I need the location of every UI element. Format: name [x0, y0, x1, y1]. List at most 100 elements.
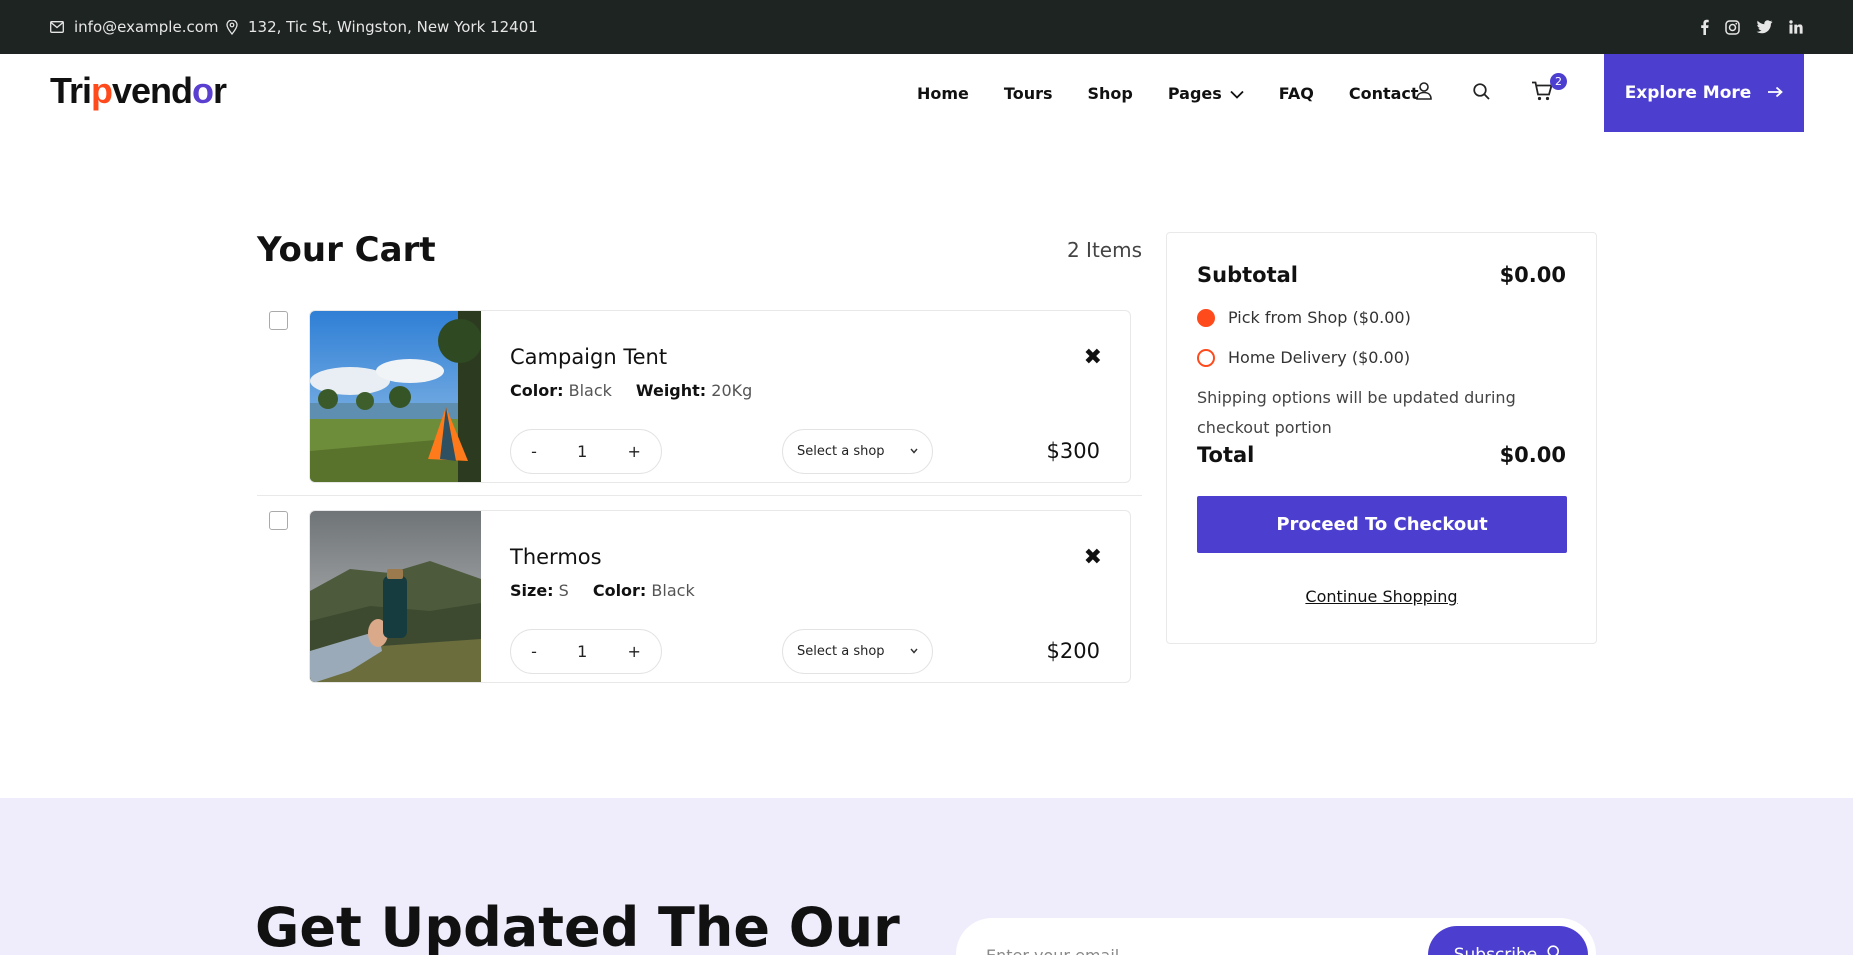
nav-pages[interactable]: Pages [1168, 84, 1244, 103]
explore-more-button[interactable]: Explore More [1604, 54, 1804, 132]
topbar-email-text: info@example.com [74, 18, 219, 36]
map-pin-icon [226, 19, 238, 35]
product-image-thermos [310, 511, 481, 682]
chevron-down-icon [1230, 84, 1244, 103]
product-price: $200 [1046, 639, 1100, 663]
product-name[interactable]: Thermos [510, 545, 602, 569]
radio-selected[interactable] [1197, 308, 1215, 327]
shop-select-value: Select a shop [797, 644, 885, 659]
shipping-option-label: Home Delivery ($0.00) [1228, 348, 1411, 367]
cart-item-card: Thermos Size: S Color: Black ✖ - 1 + Sel… [309, 510, 1131, 683]
topbar-email[interactable]: info@example.com [50, 0, 219, 54]
topbar-address-text: 132, Tic St, Wingston, New York 12401 [248, 18, 538, 36]
attr-label: Size: [510, 581, 554, 600]
attr-value: Black [568, 381, 612, 400]
nav-faq[interactable]: FAQ [1279, 84, 1314, 103]
decrease-qty-button[interactable]: - [531, 442, 537, 461]
attr-value: Black [651, 581, 695, 600]
attr-value: S [558, 581, 569, 600]
product-attr-color: Color: Black [593, 581, 695, 600]
proceed-to-checkout-button[interactable]: Proceed To Checkout [1197, 496, 1567, 553]
total-row: Total $0.00 [1197, 443, 1566, 467]
total-value: $0.00 [1499, 443, 1566, 467]
nav-pages-label: Pages [1167, 83, 1222, 103]
quantity-value[interactable]: 1 [577, 442, 587, 461]
topbar-address: 132, Tic St, Wingston, New York 12401 [226, 0, 538, 54]
logo-part-1: Tri [50, 70, 92, 111]
product-attr-weight: Weight: 20Kg [636, 381, 752, 400]
main-nav: Home Tours Shop Pages FAQ Contact [917, 54, 1419, 132]
nav-contact[interactable]: Contact [1349, 84, 1419, 103]
row-divider [257, 495, 1142, 496]
site-logo[interactable]: Tri p vend o r [50, 70, 227, 112]
header-icons: 2 [1416, 54, 1567, 132]
subtotal-value: $0.00 [1499, 263, 1566, 287]
radio-unselected[interactable] [1197, 348, 1215, 367]
product-name[interactable]: Campaign Tent [510, 345, 667, 369]
nav-home[interactable]: Home [917, 84, 969, 103]
search-icon[interactable] [1473, 82, 1490, 104]
product-attr-size: Size: S [510, 581, 569, 600]
shipping-option-delivery[interactable]: Home Delivery ($0.00) [1197, 348, 1410, 367]
cart-item-card: Campaign Tent Color: Black Weight: 20Kg … [309, 310, 1131, 483]
cart-icon[interactable]: 2 [1531, 73, 1567, 105]
subscribe-button[interactable]: Subscribe [1428, 926, 1588, 955]
product-image-tent [310, 311, 482, 482]
product-attributes: Size: S Color: Black [510, 581, 695, 600]
shipping-note: Shipping options will be updated during … [1197, 388, 1516, 437]
total-label: Total [1197, 443, 1255, 467]
product-attributes: Color: Black Weight: 20Kg [510, 381, 752, 400]
mail-icon [50, 21, 64, 33]
main-header: Tri p vend o r Home Tours Shop Pages FAQ Con… [0, 54, 1853, 132]
decrease-qty-button[interactable]: - [531, 642, 537, 661]
continue-shopping-link[interactable]: Continue Shopping [1167, 587, 1596, 606]
social-links [1700, 0, 1803, 54]
newsletter-email-input[interactable]: Enter your email [986, 946, 1119, 955]
shop-select[interactable]: Select a shop [782, 429, 933, 474]
arrow-right-icon [1767, 83, 1784, 103]
remove-item-icon[interactable]: ✖ [1084, 345, 1102, 370]
search-icon [1547, 945, 1562, 955]
order-summary: Subtotal $0.00 Pick from Shop ($0.00) Ho… [1166, 232, 1597, 644]
explore-more-label: Explore More [1624, 83, 1752, 103]
logo-part-4: o [192, 70, 214, 111]
newsletter-form: Enter your email Subscribe [956, 918, 1596, 955]
shop-select-value: Select a shop [797, 444, 885, 459]
logo-part-2: p [91, 70, 113, 111]
increase-qty-button[interactable]: + [627, 442, 640, 461]
remove-item-icon[interactable]: ✖ [1084, 545, 1102, 570]
nav-shop[interactable]: Shop [1088, 84, 1133, 103]
increase-qty-button[interactable]: + [627, 642, 640, 661]
cart-title: Your Cart [257, 230, 436, 270]
logo-part-3: vend [112, 70, 193, 111]
quantity-stepper: - 1 + [510, 429, 662, 474]
shop-select[interactable]: Select a shop [782, 629, 933, 674]
logo-part-5: r [213, 70, 227, 111]
cart-item-count: 2 Items [1066, 238, 1142, 262]
instagram-icon[interactable] [1725, 19, 1740, 35]
cart-item: Thermos Size: S Color: Black ✖ - 1 + Sel… [257, 510, 1142, 685]
user-icon[interactable] [1416, 82, 1432, 104]
product-price: $300 [1046, 439, 1100, 463]
cart-count-badge: 2 [1550, 73, 1567, 90]
quantity-stepper: - 1 + [510, 629, 662, 674]
select-item-checkbox[interactable] [269, 511, 288, 530]
cart-item: Campaign Tent Color: Black Weight: 20Kg … [257, 310, 1142, 485]
attr-value: 20Kg [711, 381, 753, 400]
product-attr-color: Color: Black [510, 381, 612, 400]
top-bar: info@example.com 132, Tic St, Wingston, … [0, 0, 1853, 54]
quantity-value[interactable]: 1 [577, 642, 587, 661]
chevron-down-icon [910, 646, 918, 657]
attr-label: Weight: [635, 381, 707, 400]
subtotal-label: Subtotal [1197, 263, 1298, 287]
attr-label: Color: [592, 581, 647, 600]
nav-tours[interactable]: Tours [1004, 84, 1053, 103]
facebook-icon[interactable] [1700, 19, 1709, 35]
linkedin-icon[interactable] [1789, 20, 1803, 34]
attr-label: Color: [510, 381, 564, 400]
twitter-icon[interactable] [1756, 20, 1773, 34]
shipping-option-label: Pick from Shop ($0.00) [1228, 308, 1411, 327]
shipping-option-pickup[interactable]: Pick from Shop ($0.00) [1197, 308, 1411, 327]
select-item-checkbox[interactable] [269, 311, 288, 330]
newsletter-title: Get Updated The Our [255, 896, 900, 955]
